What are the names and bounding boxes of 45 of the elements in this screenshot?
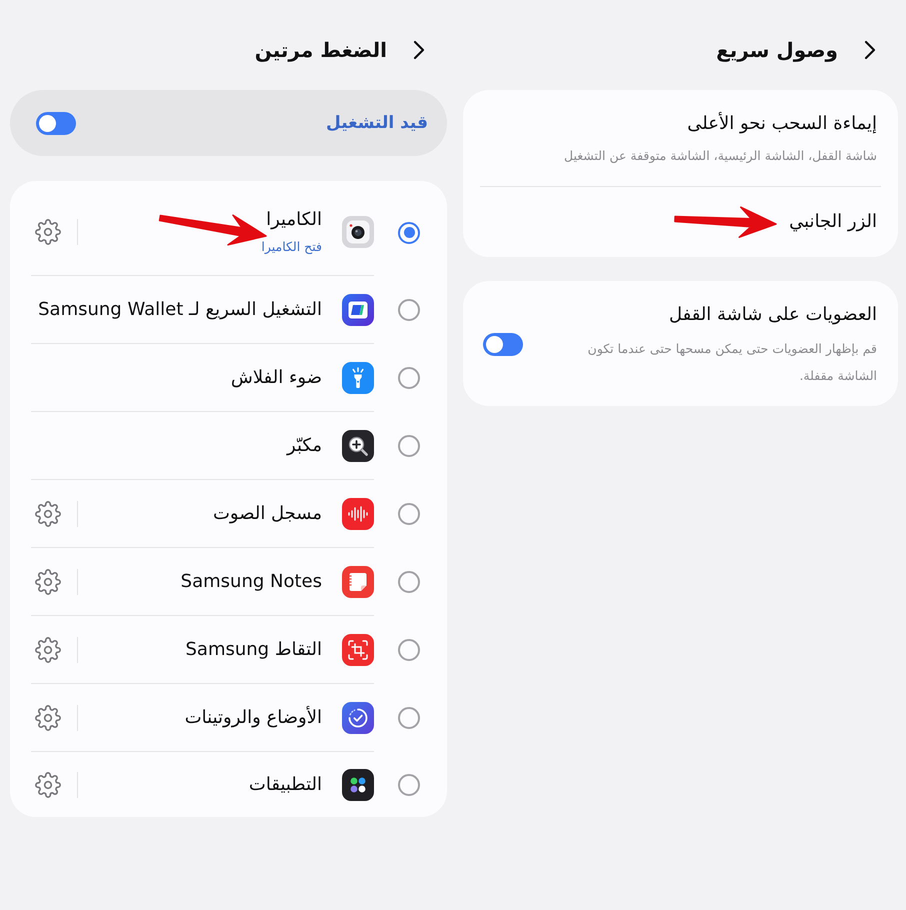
- option-label: التطبيقات: [248, 772, 322, 796]
- setting-title[interactable]: إيماءة السحب نحو الأعلى: [687, 111, 877, 137]
- note-icon: [342, 566, 374, 598]
- radio-button[interactable]: [398, 435, 420, 457]
- radio-button[interactable]: [398, 774, 420, 796]
- sound-wave-icon: [342, 498, 374, 530]
- radio-button[interactable]: [398, 571, 420, 593]
- flashlight-icon: [342, 362, 374, 394]
- setting-title[interactable]: الزر الجانبي: [789, 209, 877, 235]
- switch-label: قيد التشغيل: [326, 112, 428, 135]
- toggle-switch[interactable]: [483, 333, 523, 356]
- setting-subtitle: قم بإظهار العضويات حتى يمكن مسحها حتى عندما تكون الشاشة مقفلة.: [586, 340, 877, 385]
- screen-title: الضغط مرتين: [254, 37, 387, 64]
- radio-button[interactable]: [398, 367, 420, 389]
- option-label: مسجل الصوت: [212, 502, 322, 526]
- card-tile-icon: [342, 294, 374, 326]
- camera-icon: [342, 216, 374, 248]
- radio-button[interactable]: [398, 222, 420, 244]
- toggle-switch[interactable]: [36, 112, 76, 134]
- radio-button[interactable]: [398, 299, 420, 321]
- settings-icon[interactable]: [35, 772, 61, 798]
- option-label: الكاميرا: [266, 208, 322, 232]
- radio-button[interactable]: [398, 707, 420, 729]
- option-label: Samsung Notes: [180, 570, 322, 594]
- screen-title: وصول سريع: [716, 37, 838, 64]
- setting-subtitle: شاشة القفل، الشاشة الرئيسية، الشاشة متوقفة عن التشغيل: [563, 147, 877, 165]
- app-grid-icon: [342, 768, 374, 800]
- settings-icon[interactable]: [35, 500, 61, 526]
- back-icon[interactable]: [413, 40, 425, 60]
- magnifier-icon: [342, 430, 374, 462]
- settings-icon[interactable]: [35, 704, 61, 730]
- option-label: الأوضاع والروتينات: [184, 706, 322, 730]
- option-label: التقاط Samsung: [186, 638, 322, 662]
- back-icon[interactable]: [864, 40, 876, 60]
- option-label: التشغيل السريع لـ Samsung Wallet: [38, 298, 322, 322]
- radio-button[interactable]: [398, 503, 420, 525]
- option-subtitle: فتح الكاميرا: [261, 238, 322, 256]
- radio-button[interactable]: [398, 639, 420, 661]
- setting-title: العضويات على شاشة القفل: [668, 303, 877, 327]
- settings-icon[interactable]: [35, 636, 61, 662]
- settings-icon[interactable]: [35, 568, 61, 594]
- crop-frame-icon: [342, 634, 374, 666]
- settings-icon[interactable]: [35, 219, 61, 245]
- option-label: ضوء الفلاش: [230, 366, 322, 390]
- option-label: مكبّر: [287, 434, 322, 458]
